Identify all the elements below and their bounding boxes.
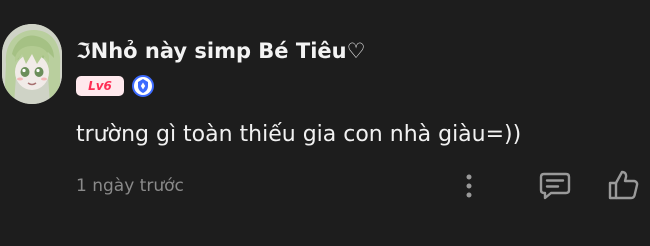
comment-item: ℑNhỏ này simp Bé Tiêu♡ Lv6 trường gì toà… [0,0,650,246]
comment-text: trường gì toàn thiếu gia con nhà giàu=)) [76,122,522,147]
thumbs-up-icon[interactable] [606,168,640,202]
comment-timestamp: 1 ngày trước [76,176,184,196]
verified-shield-icon [132,75,154,97]
level-label: Lv6 [88,79,112,93]
more-vertical-icon[interactable] [456,171,482,201]
reply-comment-icon[interactable] [538,171,572,201]
avatar[interactable] [2,24,62,104]
username[interactable]: ℑNhỏ này simp Bé Tiêu♡ [76,38,365,64]
level-badge: Lv6 [76,76,124,96]
user-badges: Lv6 [76,75,154,97]
